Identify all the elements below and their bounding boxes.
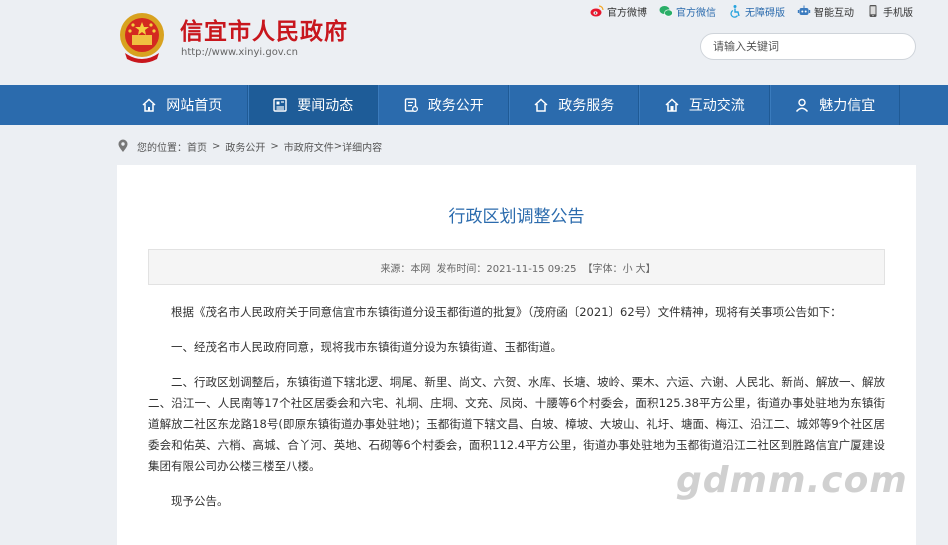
site-url: http://www.xinyi.gov.cn bbox=[181, 47, 298, 58]
home-icon bbox=[142, 98, 156, 112]
nav-label: 要闻动态 bbox=[297, 98, 354, 114]
search-box bbox=[700, 33, 916, 60]
article-title: 行政区划调整公告 bbox=[448, 207, 585, 227]
accessibility-label: 无障碍版 bbox=[745, 7, 785, 19]
location-pin-icon bbox=[118, 139, 128, 152]
breadcrumb-current: 详细内容 bbox=[342, 142, 383, 154]
mobile-label: 手机版 bbox=[883, 7, 913, 19]
breadcrumb-prefix: 您的位置： bbox=[137, 142, 187, 154]
nav-item-gov-service[interactable]: 政务服务 bbox=[508, 85, 639, 125]
breadcrumb: 您的位置： 首页 > 政务公开 > 市政府文件 > 详细内容 bbox=[117, 138, 382, 154]
font-small-button[interactable]: 小 bbox=[623, 264, 633, 275]
interact-icon bbox=[665, 98, 679, 112]
article-paragraph: 根据《茂名市人民政府关于同意信宜市东镇街道分设玉都街道的批复》（茂府函〔2021… bbox=[171, 305, 842, 319]
breadcrumb-gov-affairs[interactable]: 政务公开 bbox=[225, 139, 265, 154]
accessibility-link[interactable]: 无障碍版 bbox=[728, 4, 785, 19]
nav-item-home[interactable]: 网站首页 bbox=[117, 85, 248, 125]
nav-label: 政务公开 bbox=[427, 98, 484, 114]
nav-label: 魅力信宜 bbox=[819, 98, 876, 114]
robot-link[interactable]: 智能互动 bbox=[797, 4, 854, 19]
wechat-icon bbox=[659, 6, 673, 17]
site-header: 信宜市人民政府 http://www.xinyi.gov.cn 官方微博 官方微… bbox=[0, 0, 948, 85]
weibo-link[interactable]: 官方微博 bbox=[590, 4, 647, 19]
mobile-link[interactable]: 手机版 bbox=[866, 4, 913, 19]
article-paragraph: 一、经茂名市人民政府同意，现将我市东镇街道分设为东镇街道、玉都街道。 bbox=[171, 340, 562, 354]
nav-item-gov-affairs[interactable]: 政务公开 bbox=[378, 85, 509, 125]
article-publish-time: 发布时间：2021-11-15 09:25 bbox=[436, 263, 577, 275]
news-icon bbox=[273, 98, 287, 112]
breadcrumb-city-docs[interactable]: 市政府文件 bbox=[284, 139, 334, 154]
person-icon bbox=[796, 98, 809, 112]
site-title[interactable]: 信宜市人民政府 bbox=[180, 12, 348, 46]
service-icon bbox=[534, 98, 548, 112]
breadcrumb-home[interactable]: 首页 bbox=[187, 139, 207, 154]
nav-item-charm[interactable]: 魅力信宜 bbox=[769, 85, 900, 125]
article-meta: 来源：本网 发布时间：2021-11-15 09:25 【字体：小 大】 bbox=[148, 249, 885, 285]
font-size-label: 【字体： bbox=[582, 263, 623, 275]
robot-label: 智能互动 bbox=[814, 7, 854, 19]
mobile-icon bbox=[869, 5, 877, 17]
accessibility-icon bbox=[730, 5, 740, 18]
article-source: 来源：本网 bbox=[380, 263, 431, 275]
robot-icon bbox=[797, 5, 811, 15]
nav-item-interact[interactable]: 互动交流 bbox=[639, 85, 770, 125]
nav-label: 网站首页 bbox=[166, 98, 223, 114]
font-size-close: 】 bbox=[645, 263, 656, 275]
weibo-label: 官方微博 bbox=[607, 7, 647, 19]
search-input[interactable] bbox=[713, 34, 883, 59]
watermark: gdmm.com bbox=[676, 460, 908, 501]
weibo-icon bbox=[590, 5, 604, 17]
nav-item-news[interactable]: 要闻动态 bbox=[247, 85, 378, 125]
nav-label: 互动交流 bbox=[688, 98, 745, 114]
wechat-label: 官方微信 bbox=[676, 7, 716, 19]
document-icon bbox=[404, 98, 418, 113]
top-links: 官方微博 官方微信 无障碍版 智能互动 手机版 bbox=[590, 3, 925, 19]
font-large-button[interactable]: 大 bbox=[636, 264, 646, 275]
national-emblem-icon bbox=[120, 13, 164, 63]
main-nav: 网站首页 要闻动态 政务公开 政务服务 互动交流 魅力信宜 bbox=[0, 85, 948, 125]
nav-label: 政务服务 bbox=[558, 98, 615, 114]
wechat-link[interactable]: 官方微信 bbox=[659, 4, 716, 19]
